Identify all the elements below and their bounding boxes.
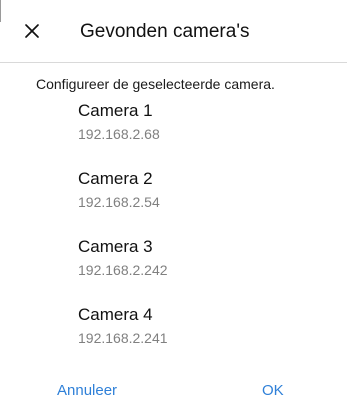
found-cameras-dialog: Gevonden camera's Configureer de geselec… xyxy=(0,0,347,410)
camera-ip-address: 192.168.2.54 xyxy=(78,194,160,210)
camera-name: Camera 4 xyxy=(78,305,153,324)
close-icon xyxy=(25,24,39,38)
cancel-button[interactable]: Annuleer xyxy=(57,381,117,401)
dialog-header: Gevonden camera's xyxy=(0,0,347,63)
camera-ip-address: 192.168.2.68 xyxy=(78,126,160,142)
camera-name: Camera 1 xyxy=(78,101,153,120)
dialog-title: Gevonden camera's xyxy=(80,21,250,42)
instruction-text: Configureer de geselecteerde camera. xyxy=(36,76,275,92)
camera-list-item[interactable]: Camera 1 192.168.2.68 xyxy=(78,100,318,152)
camera-list-item[interactable]: Camera 2 192.168.2.54 xyxy=(78,168,318,220)
camera-name: Camera 3 xyxy=(78,237,153,256)
ok-button[interactable]: OK xyxy=(262,381,284,401)
camera-list-item[interactable]: Camera 3 192.168.2.242 xyxy=(78,236,318,288)
camera-list-item[interactable]: Camera 4 192.168.2.241 xyxy=(78,304,318,356)
camera-ip-address: 192.168.2.241 xyxy=(78,330,168,346)
camera-name: Camera 2 xyxy=(78,169,153,188)
close-button[interactable] xyxy=(24,23,40,39)
camera-ip-address: 192.168.2.242 xyxy=(78,262,168,278)
